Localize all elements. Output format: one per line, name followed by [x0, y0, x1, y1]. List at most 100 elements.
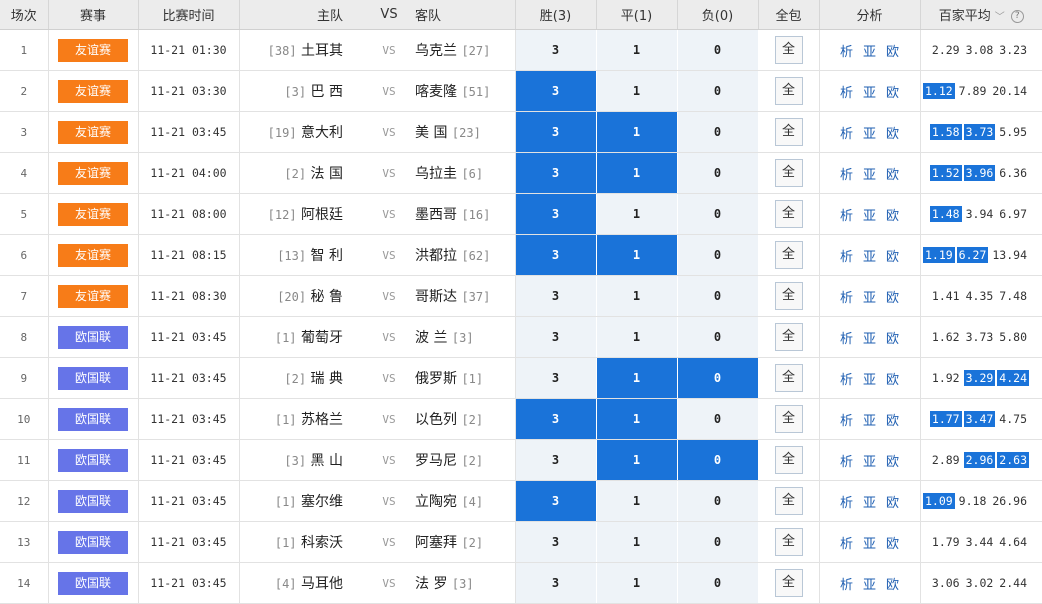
result-draw[interactable]: 1 — [596, 398, 678, 440]
euro-odds-link[interactable]: 欧 — [886, 496, 899, 511]
home-team[interactable]: 葡萄牙 — [301, 330, 343, 346]
euro-odds-link[interactable]: 欧 — [886, 86, 899, 101]
asian-odds-link[interactable]: 亚 — [863, 414, 876, 429]
euro-odds-link[interactable]: 欧 — [886, 45, 899, 60]
all-button[interactable]: 全 — [774, 200, 803, 228]
away-team[interactable]: 波 兰 — [415, 330, 447, 346]
result-loss[interactable]: 0 — [677, 357, 759, 399]
result-win[interactable]: 3 — [515, 480, 597, 522]
asian-odds-link[interactable]: 亚 — [863, 209, 876, 224]
away-team[interactable]: 罗马尼 — [415, 453, 457, 469]
asian-odds-link[interactable]: 亚 — [863, 45, 876, 60]
result-loss[interactable]: 0 — [677, 480, 759, 522]
result-loss[interactable]: 0 — [677, 275, 759, 317]
league-badge[interactable]: 欧国联 — [58, 571, 128, 595]
asian-odds-link[interactable]: 亚 — [863, 127, 876, 142]
euro-odds-link[interactable]: 欧 — [886, 537, 899, 552]
asian-odds-link[interactable]: 亚 — [863, 86, 876, 101]
league-badge[interactable]: 欧国联 — [58, 366, 128, 390]
euro-odds-link[interactable]: 欧 — [886, 373, 899, 388]
asian-odds-link[interactable]: 亚 — [863, 578, 876, 593]
all-button[interactable]: 全 — [774, 446, 803, 474]
result-draw[interactable]: 1 — [596, 357, 678, 399]
result-win[interactable]: 3 — [515, 398, 597, 440]
euro-odds-link[interactable]: 欧 — [886, 578, 899, 593]
analysis-link[interactable]: 析 — [840, 537, 853, 552]
home-team[interactable]: 苏格兰 — [301, 412, 343, 428]
league-badge[interactable]: 友谊赛 — [58, 120, 128, 144]
euro-odds-link[interactable]: 欧 — [886, 168, 899, 183]
chevron-down-icon[interactable]: ﹀ — [995, 12, 1005, 23]
league-badge[interactable]: 友谊赛 — [58, 284, 128, 308]
away-team[interactable]: 哥斯达 — [415, 289, 457, 305]
league-badge[interactable]: 欧国联 — [58, 325, 128, 349]
result-win[interactable]: 3 — [515, 111, 597, 153]
result-win[interactable]: 3 — [515, 152, 597, 194]
euro-odds-link[interactable]: 欧 — [886, 332, 899, 347]
result-draw[interactable]: 1 — [596, 193, 678, 235]
asian-odds-link[interactable]: 亚 — [863, 537, 876, 552]
euro-odds-link[interactable]: 欧 — [886, 291, 899, 306]
result-draw[interactable]: 1 — [596, 562, 678, 604]
result-loss[interactable]: 0 — [677, 439, 759, 481]
league-badge[interactable]: 友谊赛 — [58, 79, 128, 103]
analysis-link[interactable]: 析 — [840, 373, 853, 388]
league-badge[interactable]: 友谊赛 — [58, 243, 128, 267]
euro-odds-link[interactable]: 欧 — [886, 250, 899, 265]
result-draw[interactable]: 1 — [596, 70, 678, 112]
away-team[interactable]: 美 国 — [415, 125, 447, 141]
result-win[interactable]: 3 — [515, 357, 597, 399]
away-team[interactable]: 喀麦隆 — [415, 84, 457, 100]
analysis-link[interactable]: 析 — [840, 86, 853, 101]
euro-odds-link[interactable]: 欧 — [886, 127, 899, 142]
result-loss[interactable]: 0 — [677, 316, 759, 358]
league-badge[interactable]: 友谊赛 — [58, 161, 128, 185]
result-win[interactable]: 3 — [515, 562, 597, 604]
home-team[interactable]: 巴 西 — [311, 84, 343, 100]
header-avg[interactable]: 百家平均 ﹀? — [920, 0, 1042, 30]
asian-odds-link[interactable]: 亚 — [863, 455, 876, 470]
analysis-link[interactable]: 析 — [840, 578, 853, 593]
result-win[interactable]: 3 — [515, 193, 597, 235]
away-team[interactable]: 法 罗 — [415, 576, 447, 592]
result-win[interactable]: 3 — [515, 70, 597, 112]
home-team[interactable]: 法 国 — [311, 166, 343, 182]
home-team[interactable]: 智 利 — [311, 248, 343, 264]
result-loss[interactable]: 0 — [677, 111, 759, 153]
asian-odds-link[interactable]: 亚 — [863, 332, 876, 347]
result-loss[interactable]: 0 — [677, 70, 759, 112]
result-draw[interactable]: 1 — [596, 29, 678, 71]
league-badge[interactable]: 欧国联 — [58, 530, 128, 554]
result-draw[interactable]: 1 — [596, 111, 678, 153]
away-team[interactable]: 墨西哥 — [415, 207, 457, 223]
euro-odds-link[interactable]: 欧 — [886, 455, 899, 470]
all-button[interactable]: 全 — [774, 405, 803, 433]
euro-odds-link[interactable]: 欧 — [886, 209, 899, 224]
home-team[interactable]: 阿根廷 — [301, 207, 343, 223]
home-team[interactable]: 科索沃 — [301, 535, 343, 551]
result-win[interactable]: 3 — [515, 234, 597, 276]
away-team[interactable]: 立陶宛 — [415, 494, 457, 510]
all-button[interactable]: 全 — [774, 241, 803, 269]
asian-odds-link[interactable]: 亚 — [863, 496, 876, 511]
result-draw[interactable]: 1 — [596, 439, 678, 481]
league-badge[interactable]: 欧国联 — [58, 407, 128, 431]
all-button[interactable]: 全 — [774, 323, 803, 351]
league-badge[interactable]: 欧国联 — [58, 489, 128, 513]
result-draw[interactable]: 1 — [596, 316, 678, 358]
asian-odds-link[interactable]: 亚 — [863, 373, 876, 388]
away-team[interactable]: 洪都拉 — [415, 248, 457, 264]
result-win[interactable]: 3 — [515, 29, 597, 71]
analysis-link[interactable]: 析 — [840, 250, 853, 265]
home-team[interactable]: 秘 鲁 — [311, 289, 343, 305]
analysis-link[interactable]: 析 — [840, 127, 853, 142]
result-loss[interactable]: 0 — [677, 152, 759, 194]
result-draw[interactable]: 1 — [596, 480, 678, 522]
asian-odds-link[interactable]: 亚 — [863, 168, 876, 183]
away-team[interactable]: 乌克兰 — [415, 43, 457, 59]
result-draw[interactable]: 1 — [596, 521, 678, 563]
analysis-link[interactable]: 析 — [840, 209, 853, 224]
home-team[interactable]: 塞尔维 — [301, 494, 343, 510]
home-team[interactable]: 土耳其 — [301, 43, 343, 59]
analysis-link[interactable]: 析 — [840, 332, 853, 347]
